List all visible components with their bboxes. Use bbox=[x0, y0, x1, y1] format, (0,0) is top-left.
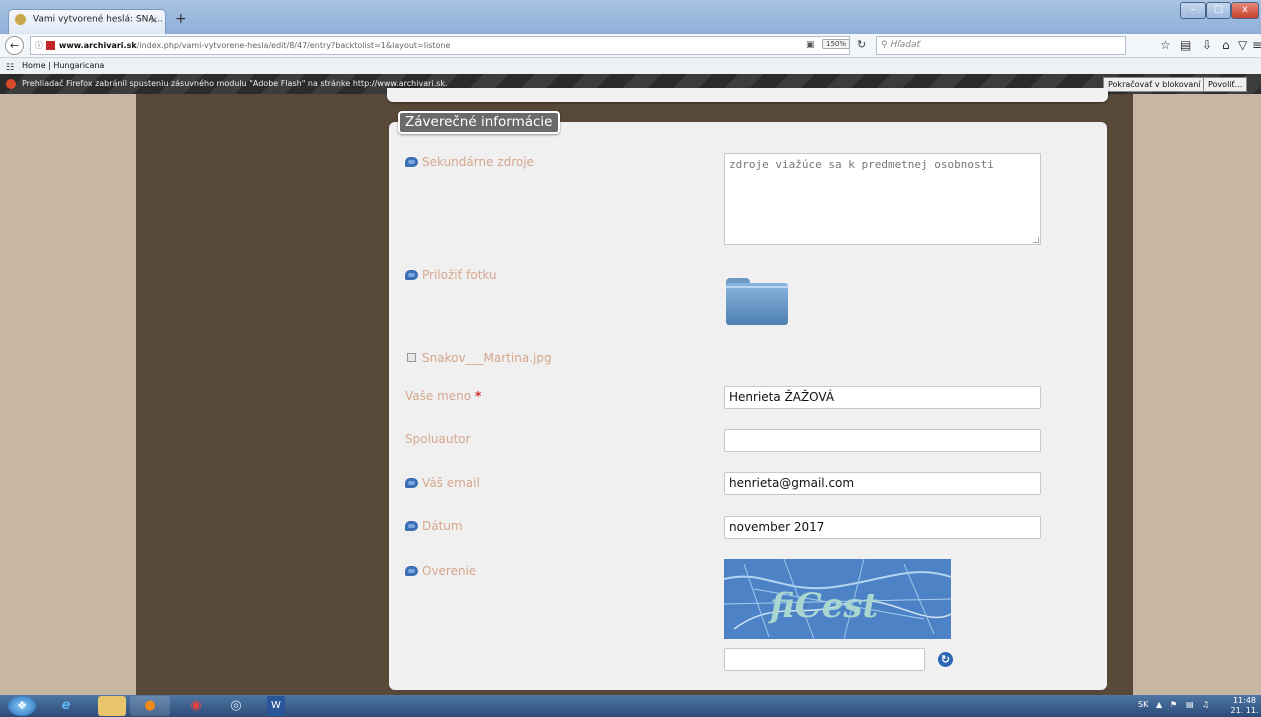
secondary-sources-label: Sekundárne zdroje bbox=[405, 155, 534, 169]
search-placeholder: Hľadať bbox=[890, 40, 920, 50]
attached-file-name: Snakov___Martina.jpg bbox=[422, 351, 552, 365]
window-close-button[interactable]: x bbox=[1231, 2, 1259, 19]
start-button[interactable]: ❖ bbox=[8, 696, 36, 716]
date-label: Dátum bbox=[405, 519, 463, 533]
required-mark: * bbox=[474, 389, 482, 403]
url-path: /index.php/vami-vytvorene-hesla/edit/8/4… bbox=[136, 41, 451, 50]
app-icon[interactable]: ◎ bbox=[216, 696, 256, 716]
file-explorer-icon[interactable] bbox=[98, 696, 126, 716]
downloads-icon[interactable]: ⇩ bbox=[1202, 38, 1212, 52]
pocket-icon[interactable]: ▽ bbox=[1238, 38, 1247, 52]
chrome-icon[interactable]: ◉ bbox=[176, 696, 216, 716]
window-minimize-button[interactable]: – bbox=[1180, 2, 1206, 19]
verification-label-text: Overenie bbox=[422, 564, 477, 578]
new-tab-button[interactable]: + bbox=[175, 11, 187, 27]
navigation-bar: ← ⓘ www.archivari.sk/index.php/vami-vytvo… bbox=[0, 34, 1261, 58]
title-bar: Vami vytvorené heslá: SNA... × + – □ x bbox=[0, 0, 1261, 34]
attach-photo-label-text: Priložiť fotku bbox=[422, 268, 497, 282]
help-bubble-icon[interactable] bbox=[405, 157, 418, 167]
reader-view-icon[interactable]: ▣ bbox=[806, 40, 815, 50]
allow-plugin-button[interactable]: Povoliť... bbox=[1203, 77, 1248, 92]
attach-photo-label: Priložiť fotku bbox=[405, 268, 497, 282]
secondary-sources-textarea[interactable]: zdroje viažúce sa k predmetnej osobnosti bbox=[724, 153, 1041, 245]
window-maximize-button[interactable]: □ bbox=[1206, 2, 1231, 19]
home-icon[interactable]: ⌂ bbox=[1222, 38, 1230, 52]
captcha-text: fiCest bbox=[767, 586, 879, 626]
help-bubble-icon[interactable] bbox=[405, 478, 418, 488]
your-name-input[interactable]: Henrieta ŽAŽOVÁ bbox=[724, 386, 1041, 409]
firefox-icon[interactable]: ● bbox=[130, 696, 170, 716]
url-bar[interactable]: ⓘ www.archivari.sk/index.php/vami-vytvore… bbox=[30, 36, 850, 55]
email-input[interactable]: henrieta@gmail.com bbox=[724, 472, 1041, 495]
system-clock[interactable]: 11:48 21. 11. 2017 bbox=[1228, 696, 1261, 717]
continue-blocking-button[interactable]: Pokračovať v blokovaní bbox=[1103, 77, 1206, 92]
secondary-sources-text: zdroje viažúce sa k predmetnej osobnosti bbox=[729, 158, 994, 171]
resize-handle[interactable] bbox=[1033, 237, 1039, 243]
bookmark-item[interactable]: Home | Hungaricana bbox=[22, 61, 104, 70]
plugin-warning-icon bbox=[6, 79, 16, 89]
volume-icon[interactable]: ♫ bbox=[1202, 700, 1209, 709]
plugin-blocked-icon[interactable] bbox=[46, 41, 55, 50]
date-label-text: Dátum bbox=[422, 519, 463, 533]
menu-icon[interactable]: ≡ bbox=[1252, 38, 1261, 52]
fieldset-legend: Záverečné informácie bbox=[398, 111, 560, 134]
captcha-input[interactable] bbox=[724, 648, 925, 671]
browser-tab[interactable]: Vami vytvorené heslá: SNA... × bbox=[8, 9, 166, 34]
language-indicator[interactable]: SK bbox=[1138, 700, 1148, 709]
clock-date: 21. 11. 2017 bbox=[1230, 706, 1259, 717]
image-file-icon bbox=[407, 353, 416, 362]
bookmarks-library-icon[interactable]: ▤ bbox=[1180, 38, 1191, 52]
back-button[interactable]: ← bbox=[5, 36, 24, 55]
attached-file[interactable]: Snakov___Martina.jpg bbox=[407, 351, 552, 365]
bookmarks-bar: ☷ Home | Hungaricana bbox=[0, 58, 1261, 74]
internet-explorer-icon[interactable]: e bbox=[46, 696, 86, 716]
refresh-captcha-icon[interactable]: ↻ bbox=[938, 652, 953, 667]
verification-label: Overenie bbox=[405, 564, 476, 578]
plugin-notification-text: Prehliadač Firefox zabránil spusteniu zá… bbox=[22, 79, 448, 88]
show-hidden-icons-icon[interactable]: ▲ bbox=[1156, 700, 1162, 709]
your-name-label-text: Vaše meno bbox=[405, 389, 472, 403]
tab-title: Vami vytvorené heslá: SNA... bbox=[32, 14, 163, 25]
your-name-label: Vaše meno * bbox=[405, 389, 481, 403]
info-icon[interactable]: ⓘ bbox=[35, 41, 43, 50]
site-favicon-icon bbox=[15, 14, 26, 25]
help-bubble-icon[interactable] bbox=[405, 270, 418, 280]
url-host: www.archivari.sk bbox=[59, 41, 137, 50]
clock-time: 11:48 bbox=[1232, 696, 1257, 705]
zoom-level[interactable]: 150% bbox=[822, 39, 851, 49]
tab-close-icon[interactable]: × bbox=[150, 15, 158, 26]
word-icon[interactable]: W bbox=[256, 696, 296, 716]
secondary-sources-label-text: Sekundárne zdroje bbox=[422, 155, 534, 169]
network-icon[interactable]: ▤ bbox=[1186, 700, 1194, 709]
email-label: Váš email bbox=[405, 476, 480, 490]
help-bubble-icon[interactable] bbox=[405, 566, 418, 576]
search-input[interactable]: ⚲ Hľadať bbox=[876, 36, 1126, 55]
previous-section-panel bbox=[387, 88, 1108, 102]
action-center-flag-icon[interactable]: ⚑ bbox=[1170, 700, 1177, 709]
email-label-text: Váš email bbox=[422, 476, 480, 490]
coauthor-label: Spoluautor bbox=[405, 432, 471, 446]
coauthor-input[interactable] bbox=[724, 429, 1041, 452]
captcha-noise: fiCest bbox=[724, 559, 951, 639]
date-input[interactable]: november 2017 bbox=[724, 516, 1041, 539]
reload-icon[interactable]: ↻ bbox=[857, 38, 866, 51]
captcha-image: fiCest bbox=[724, 559, 951, 639]
bookmark-star-icon[interactable]: ☆ bbox=[1160, 38, 1171, 52]
folder-upload-icon[interactable] bbox=[726, 278, 788, 325]
help-bubble-icon[interactable] bbox=[405, 521, 418, 531]
taskbar: ❖ e ● ◉ ◎ W SK ▲ ⚑ ▤ ♫ 11:48 21. 11. 201… bbox=[0, 695, 1261, 717]
